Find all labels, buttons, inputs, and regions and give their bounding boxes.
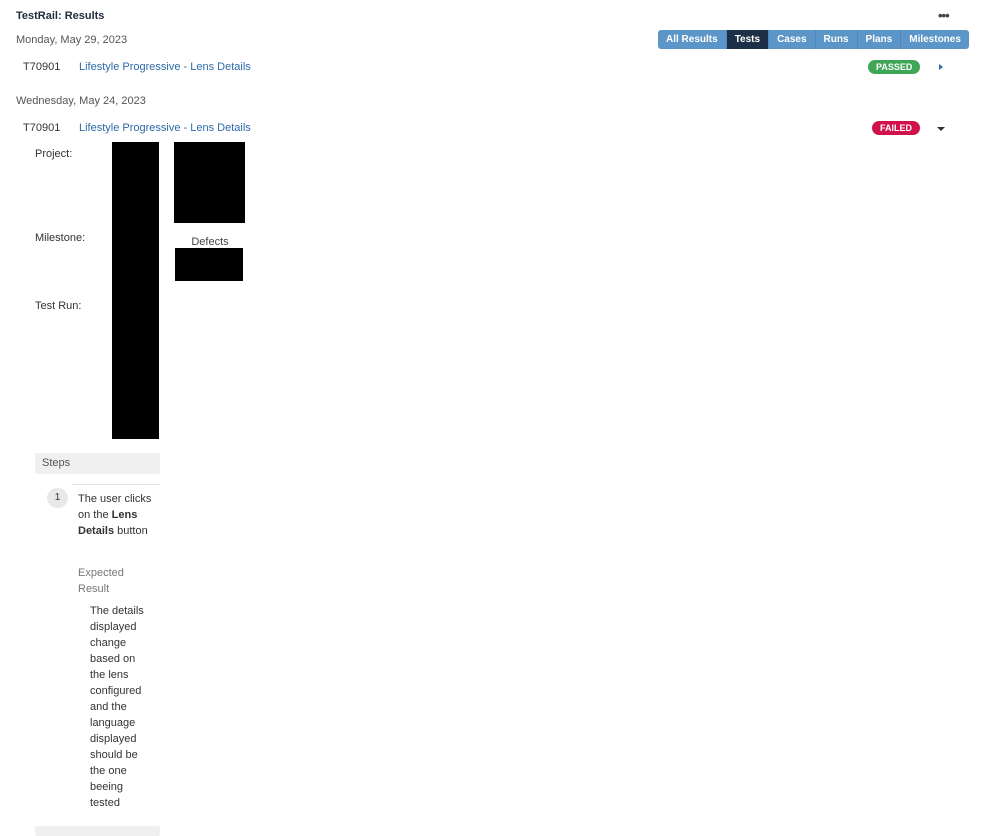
more-horizontal-icon[interactable]: •••: [938, 8, 950, 23]
redacted-block: [175, 248, 243, 281]
milestone-label: Milestone:: [35, 232, 86, 244]
date-heading: Wednesday, May 24, 2023: [16, 95, 146, 107]
tab-all-results[interactable]: All Results: [658, 30, 726, 49]
expected-result-text: The details displayed change based on th…: [90, 605, 144, 809]
divider: [72, 484, 160, 485]
status-badge: PASSED: [868, 60, 921, 74]
tab-tests[interactable]: Tests: [725, 30, 769, 49]
next-section-header: [35, 826, 160, 836]
status-badge: FAILED: [872, 121, 921, 135]
redacted-block: [174, 142, 245, 223]
chevron-down-icon[interactable]: [937, 127, 945, 131]
filter-tabs: All Results Tests Cases Runs Plans Miles…: [658, 30, 969, 49]
steps-label: Steps: [42, 457, 71, 469]
tab-runs[interactable]: Runs: [814, 30, 857, 49]
page-title: TestRail: Results: [16, 10, 105, 22]
test-id: T70901: [23, 61, 61, 73]
step-text: button: [114, 525, 148, 537]
tab-plans[interactable]: Plans: [856, 30, 901, 49]
defects-label: Defects: [191, 236, 229, 248]
chevron-right-icon[interactable]: [939, 64, 943, 70]
test-id: T70901: [23, 122, 61, 134]
redacted-block: [112, 142, 159, 439]
step-number: 1: [47, 488, 68, 508]
tab-milestones[interactable]: Milestones: [900, 30, 969, 49]
test-title-link[interactable]: Lifestyle Progressive - Lens Details: [79, 122, 251, 134]
expected-result-label: Expected Result: [78, 567, 124, 595]
test-title-link[interactable]: Lifestyle Progressive - Lens Details: [79, 61, 251, 73]
project-label: Project:: [35, 148, 73, 160]
date-heading: Monday, May 29, 2023: [16, 34, 128, 46]
tab-cases[interactable]: Cases: [768, 30, 815, 49]
step-content: The user clicks on the Lens Details butt…: [78, 491, 158, 539]
test-run-label: Test Run:: [35, 300, 82, 312]
steps-header: Steps: [35, 453, 160, 474]
